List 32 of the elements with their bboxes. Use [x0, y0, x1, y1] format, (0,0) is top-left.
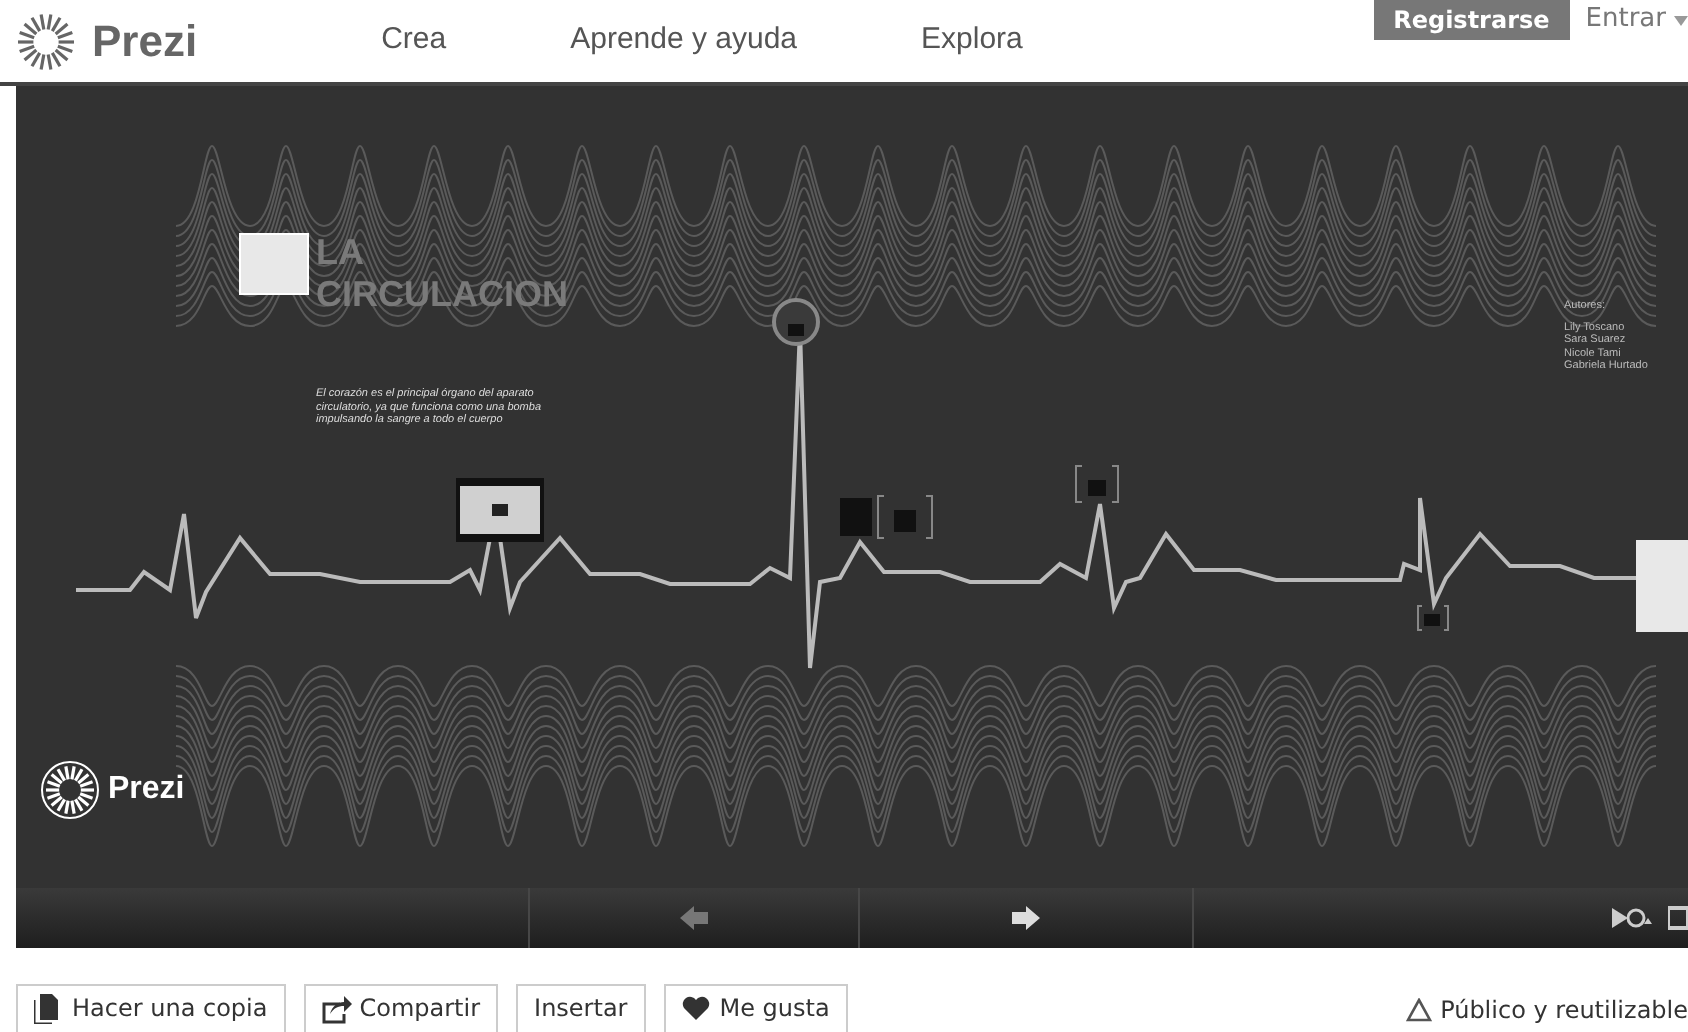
- bracket-frame: [877, 495, 933, 539]
- bracket-frame: [1417, 605, 1449, 631]
- image-placeholder: [239, 233, 309, 295]
- slide-title: LA CIRCULACION: [316, 232, 568, 316]
- previous-arrow-icon[interactable]: [680, 906, 708, 930]
- action-button[interactable]: Hacer una copia: [16, 984, 286, 1032]
- bracket-frame: [1075, 465, 1119, 503]
- dark-frame: [840, 498, 872, 536]
- share-icon: [321, 994, 352, 1024]
- fullscreen-icon[interactable]: [1668, 906, 1688, 930]
- next-arrow-icon[interactable]: [1012, 906, 1040, 930]
- logo-text: Prezi: [92, 14, 198, 70]
- nav-link[interactable]: Aprende y ayuda: [570, 18, 798, 64]
- nav-link[interactable]: Crea: [381, 18, 447, 64]
- nav-link[interactable]: Explora: [921, 18, 1023, 64]
- copy-icon: [34, 994, 64, 1024]
- image-placeholder: [1636, 540, 1688, 632]
- autoplay-icon[interactable]: [1612, 904, 1652, 932]
- register-button[interactable]: Registrarse: [1373, 0, 1570, 40]
- logo-icon: [40, 760, 100, 820]
- caret-icon: [1674, 15, 1688, 25]
- circle-frame: [772, 298, 820, 346]
- license-label: Público y reutilizable: [1406, 991, 1688, 1027]
- heart-icon: [681, 994, 712, 1024]
- login-link[interactable]: Entrar: [1585, 0, 1688, 40]
- action-button[interactable]: Me gusta: [663, 984, 848, 1032]
- brand-text: Prezi: [108, 770, 185, 810]
- video-thumbnail: [456, 478, 544, 542]
- logo-icon: [16, 11, 76, 71]
- action-button[interactable]: Compartir: [303, 984, 499, 1032]
- recycle-icon: [1406, 997, 1433, 1021]
- action-button[interactable]: Insertar: [516, 984, 646, 1032]
